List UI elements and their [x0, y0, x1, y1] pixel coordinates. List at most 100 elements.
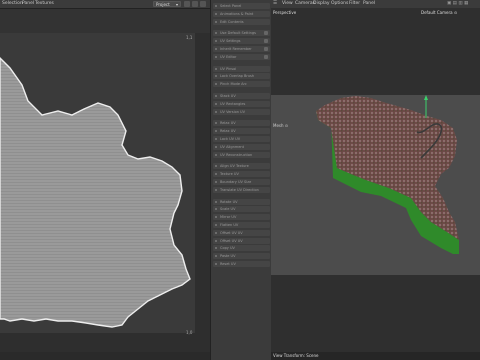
toolkit-row[interactable]: Lock Overlap Brush: [213, 73, 270, 80]
bullet-icon: [215, 67, 217, 70]
bullet-icon: [215, 12, 217, 15]
bullet-icon: [215, 153, 217, 156]
uv-editor-menubar: Selection Panel Textures Project ▾: [0, 0, 210, 9]
toolkit-row[interactable]: UV Settings: [213, 38, 270, 45]
terrain-top-surface: [316, 96, 459, 240]
toolkit-row[interactable]: Copy UV: [213, 245, 270, 252]
menu-view[interactable]: View: [282, 1, 293, 6]
gizmo-y-arrow: [424, 95, 428, 100]
toolkit-row-label: Boundary UV Size: [220, 180, 252, 184]
toolkit-row-label: Align UV Texture: [220, 164, 249, 169]
viewport-statusbar: View Transform: Scene: [271, 352, 480, 360]
toolkit-row[interactable]: Use Default Settings: [213, 30, 270, 37]
checkbox-icon[interactable]: [264, 54, 268, 59]
toolkit-row-label: Offset UV UV: [220, 230, 243, 235]
uv-shell[interactable]: [0, 57, 191, 328]
bullet-icon: [215, 188, 217, 191]
menu-selection[interactable]: Selection: [2, 1, 23, 6]
menu-options[interactable]: Options: [331, 1, 348, 6]
toolkit-row[interactable]: Align UV Texture: [213, 163, 270, 170]
toolkit-row[interactable]: Reset UV: [213, 261, 270, 267]
toolkit-row-label: Relax UV: [220, 121, 236, 126]
menu-display[interactable]: Display: [313, 1, 330, 6]
toolkit-row[interactable]: Paste UV: [213, 253, 270, 260]
bullet-icon: [215, 75, 217, 78]
bullet-icon: [215, 102, 217, 105]
toolkit-row-label: Relax UV: [220, 129, 236, 134]
checkbox-icon[interactable]: [264, 47, 268, 51]
uv-corner-label-bottom: 1,0: [186, 330, 193, 335]
bullet-icon: [215, 40, 217, 43]
toolkit-row[interactable]: Texture UV: [213, 171, 270, 178]
toolkit-row[interactable]: Translate UV Direction: [213, 186, 270, 193]
bullet-icon: [215, 247, 217, 250]
toolkit-row[interactable]: Flatten UV: [213, 222, 270, 228]
toolkit-row[interactable]: UV Version UV: [213, 108, 270, 115]
toolkit-row-label: Scale UV: [220, 207, 236, 212]
toolkit-row-label: Copy UV: [220, 246, 235, 251]
toolkit-row[interactable]: UV Reconstruction: [213, 151, 270, 158]
toolkit-row[interactable]: Edit Contents: [213, 18, 270, 25]
uv-toolbar: [0, 9, 210, 33]
toolkit-row[interactable]: Relax UV: [213, 120, 270, 127]
bullet-icon: [215, 208, 217, 211]
toolkit-row-label: Use Default Settings: [220, 31, 256, 36]
project-select[interactable]: Project ▾: [153, 1, 181, 7]
toolkit-row-label: Paste UV: [220, 254, 236, 259]
toolkit-row-label: Texture UV: [220, 172, 239, 177]
toolkit-row-label: UV Alignment: [220, 144, 245, 149]
bullet-icon: [215, 224, 217, 226]
bullet-icon: [215, 231, 217, 234]
menu-textures[interactable]: Textures: [35, 1, 54, 6]
bullet-icon: [215, 239, 217, 242]
menu-panel[interactable]: Panel: [22, 1, 34, 6]
toolkit-row[interactable]: Offset UV UV: [213, 229, 270, 236]
menu-icon[interactable]: ☰: [273, 1, 277, 6]
toolkit-row-label: UV Settings: [220, 39, 241, 44]
uv-canvas[interactable]: [0, 33, 195, 333]
toolkit-row-label: Translate UV Direction: [220, 187, 259, 192]
toolkit-row[interactable]: Boundary UV Size: [213, 179, 270, 185]
toolbar-icon[interactable]: [200, 1, 206, 7]
menu-panel[interactable]: Panel: [363, 1, 375, 6]
toolkit-row[interactable]: Scale UV: [213, 206, 270, 213]
bullet-icon: [215, 130, 217, 133]
status-text: View Transform: Scene: [273, 353, 319, 358]
uv-shell-svg: [0, 57, 191, 328]
toolkit-row[interactable]: UV Pinsoi: [213, 65, 270, 72]
toolkit-row[interactable]: Mirror UV: [213, 214, 270, 221]
terrain-model: [316, 95, 459, 254]
toolkit-row[interactable]: Inherit Remember: [213, 46, 270, 52]
toolkit-row[interactable]: Relax UV: [213, 128, 270, 135]
toolkit-row-label: Flatten UV: [220, 223, 239, 227]
toolkit-row[interactable]: Select Panel: [213, 3, 270, 9]
toolkit-row[interactable]: UV Alignment: [213, 143, 270, 150]
toolkit-row-label: Stack UV: [220, 94, 236, 98]
toolkit-row[interactable]: Stack UV: [213, 93, 270, 99]
toolbar-icon[interactable]: [184, 1, 190, 7]
bullet-icon: [215, 122, 217, 125]
toolkit-row[interactable]: UV Editor: [213, 53, 270, 60]
bullet-icon: [215, 216, 217, 219]
toolbar-icon[interactable]: [192, 1, 198, 7]
menu-filter[interactable]: Filter: [349, 1, 360, 6]
bullet-icon: [215, 165, 217, 168]
toolkit-row[interactable]: Pinch Mode Arc: [213, 81, 270, 88]
bullet-icon: [215, 173, 217, 176]
toolkit-row-label: Inherit Remember: [220, 47, 252, 51]
checkbox-icon[interactable]: [264, 31, 268, 36]
menu-cameras[interactable]: Cameras: [295, 1, 315, 6]
toolkit-row[interactable]: Rotate UV: [213, 198, 270, 205]
checkbox-icon[interactable]: [264, 39, 268, 44]
toolkit-row-label: Offset UV UV: [220, 238, 243, 243]
uv-corner-label-top: 1,1: [186, 35, 193, 40]
toolkit-row[interactable]: Animations & Paint: [213, 10, 270, 17]
toolkit-row-label: Reset UV: [220, 262, 236, 266]
toolkit-row-label: UV Editor: [220, 54, 237, 59]
bullet-icon: [215, 255, 217, 258]
toolkit-row[interactable]: UV Rectangles: [213, 100, 270, 107]
viewport-layout-icons[interactable]: ▣ ▤ ▥ ▦: [447, 1, 468, 6]
toolkit-row-label: Pinch Mode Arc: [220, 82, 247, 87]
toolkit-row[interactable]: Lock UV UV: [213, 136, 270, 142]
toolkit-row[interactable]: Offset UV UV: [213, 237, 270, 244]
